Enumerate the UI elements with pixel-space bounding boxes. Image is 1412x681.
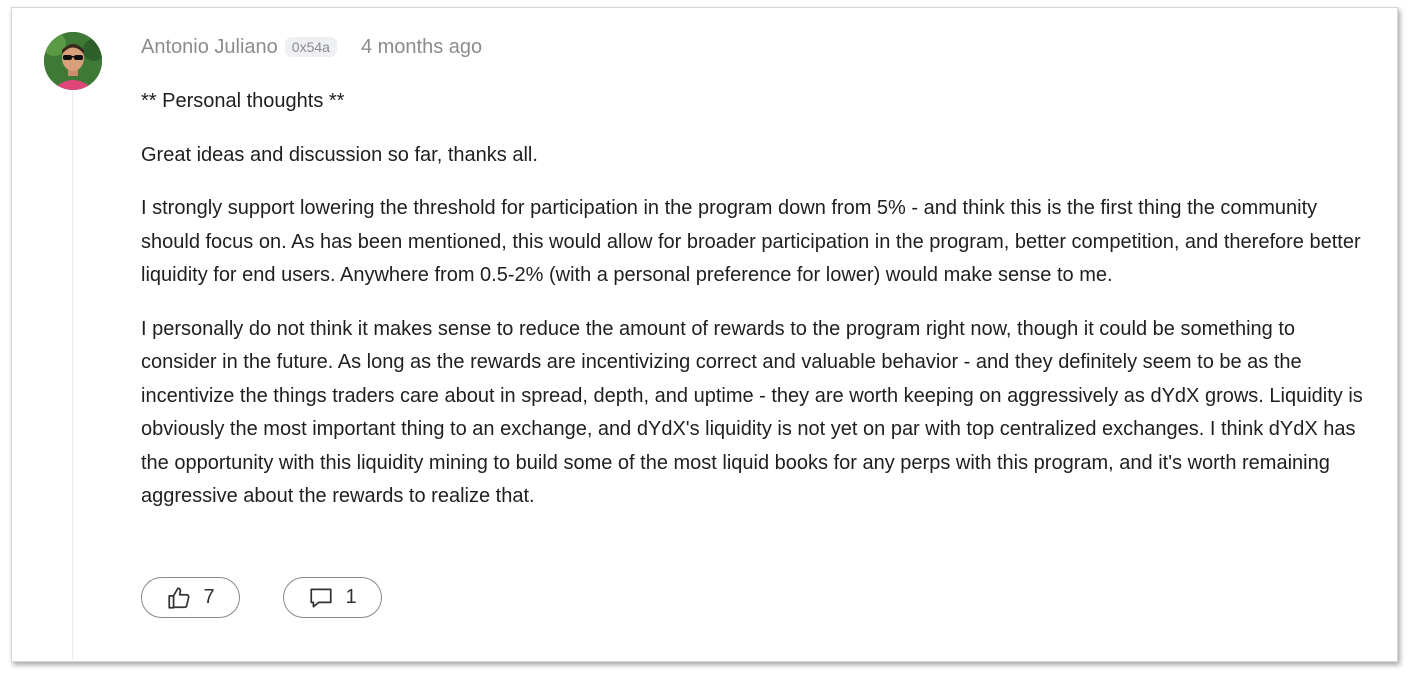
comment-body: ** Personal thoughts ** Great ideas and … <box>141 85 1373 534</box>
comment-header: Antonio Juliano 0x54a 4 months ago <box>141 34 482 60</box>
address-badge[interactable]: 0x54a <box>284 37 337 57</box>
author-name[interactable]: Antonio Juliano <box>141 36 278 59</box>
like-count: 7 <box>203 586 215 608</box>
comment-paragraph: ** Personal thoughts ** <box>141 90 345 112</box>
comment-paragraph: Great ideas and discussion so far, thank… <box>141 143 538 166</box>
speech-bubble-icon <box>308 585 334 611</box>
timestamp: 4 months ago <box>360 35 483 58</box>
thread-line <box>72 90 73 660</box>
reply-count: 1 <box>345 586 357 608</box>
comment-card: Antonio Juliano 0x54a 4 months ago ** Pe… <box>11 7 1398 662</box>
comment-paragraph: I strongly support lowering the threshol… <box>141 197 1361 286</box>
comment-paragraph: I personally do not think it makes sense… <box>141 317 1363 508</box>
like-button[interactable]: 7 <box>141 577 240 618</box>
thumbs-up-icon <box>166 585 192 611</box>
comment-actions: 7 1 <box>141 577 425 618</box>
avatar[interactable] <box>44 32 102 90</box>
reply-button[interactable]: 1 <box>283 577 382 618</box>
